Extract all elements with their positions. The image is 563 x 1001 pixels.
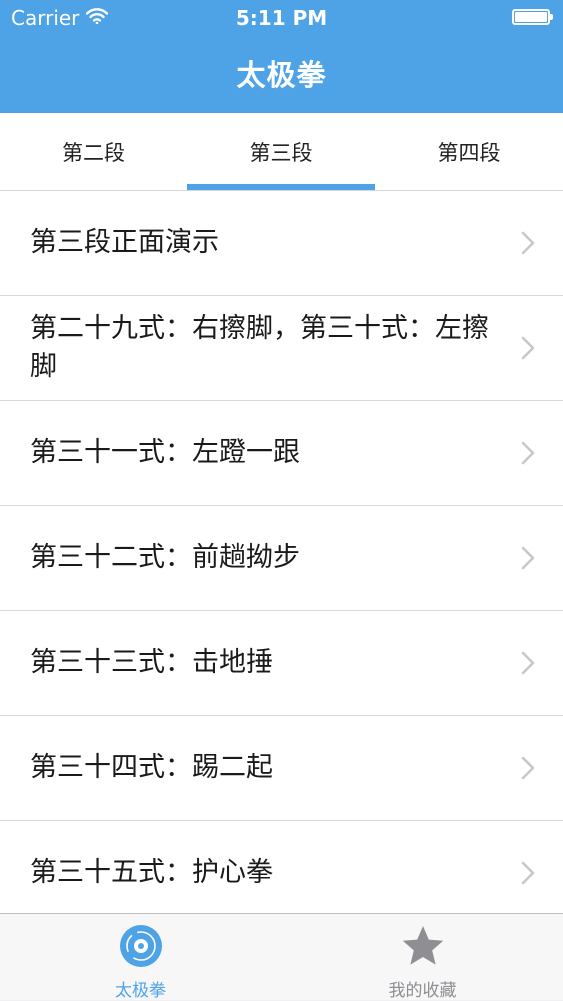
lesson-list: 第三段正面演示 第二十九式：右擦脚，第三十式：左擦脚 第三十一式：左蹬一跟 第三… bbox=[0, 191, 563, 913]
tab-bar: 太极拳 我的收藏 bbox=[0, 913, 563, 1001]
segment-tab-3[interactable]: 第三段 bbox=[187, 113, 375, 190]
segment-selected-indicator bbox=[187, 184, 375, 190]
star-icon bbox=[402, 926, 443, 965]
list-item[interactable]: 第三十一式：左蹬一跟 bbox=[0, 401, 563, 506]
tab-favorites[interactable]: 我的收藏 bbox=[282, 914, 563, 1001]
nav-header: Carrier 5:11 PM 太极拳 bbox=[0, 0, 563, 113]
list-item-label: 第二十九式：右擦脚，第三十式：左擦脚 bbox=[30, 313, 489, 382]
chevron-right-icon bbox=[521, 546, 535, 570]
list-item-label: 第三十五式：护心拳 bbox=[30, 857, 273, 888]
chevron-right-icon bbox=[521, 441, 535, 465]
chevron-right-icon bbox=[521, 861, 535, 885]
status-bar: Carrier 5:11 PM bbox=[0, 0, 563, 38]
list-item[interactable]: 第二十九式：右擦脚，第三十式：左擦脚 bbox=[0, 296, 563, 401]
page-title: 太极拳 bbox=[236, 58, 327, 92]
tab-label: 太极拳 bbox=[115, 981, 166, 1001]
list-item-label: 第三十一式：左蹬一跟 bbox=[30, 437, 300, 468]
list-item[interactable]: 第三十二式：前趟拗步 bbox=[0, 506, 563, 611]
tab-taiji[interactable]: 太极拳 bbox=[0, 914, 281, 1001]
list-item[interactable]: 第三段正面演示 bbox=[0, 191, 563, 296]
status-time: 5:11 PM bbox=[235, 6, 328, 30]
chevron-right-icon bbox=[521, 336, 535, 360]
segment-control: 第二段 第三段 第四段 bbox=[0, 113, 563, 191]
segment-tab-4[interactable]: 第四段 bbox=[375, 113, 563, 190]
list-item-label: 第三十二式：前趟拗步 bbox=[30, 542, 300, 573]
chevron-right-icon bbox=[521, 231, 535, 255]
list-item-label: 第三段正面演示 bbox=[30, 227, 219, 258]
list-item[interactable]: 第三十三式：击地捶 bbox=[0, 611, 563, 716]
chevron-right-icon bbox=[521, 651, 535, 675]
segment-tab-2[interactable]: 第二段 bbox=[0, 113, 187, 190]
list-item-label: 第三十四式：踢二起 bbox=[30, 752, 273, 783]
disc-icon bbox=[119, 925, 162, 967]
list-item[interactable]: 第三十五式：护心拳 bbox=[0, 821, 563, 913]
chevron-right-icon bbox=[521, 756, 535, 780]
battery-icon bbox=[512, 9, 553, 25]
tab-label: 我的收藏 bbox=[388, 981, 457, 1001]
list-item[interactable]: 第三十四式：踢二起 bbox=[0, 716, 563, 821]
list-item-label: 第三十三式：击地捶 bbox=[30, 647, 273, 678]
